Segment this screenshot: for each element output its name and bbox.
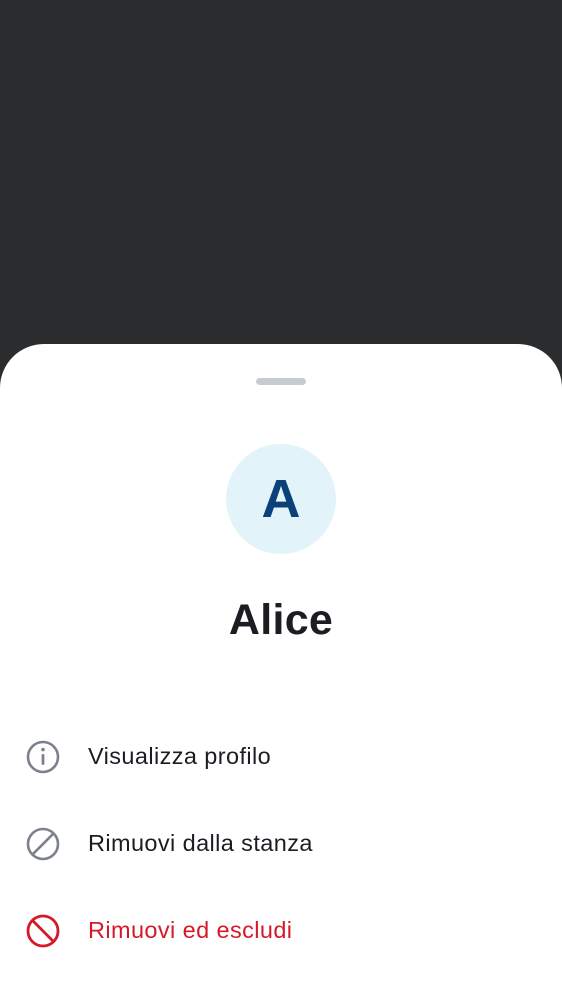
remove-from-room-label: Rimuovi dalla stanza — [88, 830, 313, 856]
remove-and-ban-button[interactable]: Rimuovi ed escludi — [0, 890, 562, 970]
remove-and-ban-label: Rimuovi ed escludi — [88, 917, 293, 943]
block-icon — [26, 827, 60, 861]
user-display-name: Alice — [228, 596, 334, 644]
drag-handle[interactable] — [256, 378, 306, 385]
view-profile-button[interactable]: Visualizza profilo — [0, 716, 562, 796]
remove-from-room-button[interactable]: Rimuovi dalla stanza — [0, 803, 562, 883]
avatar: A — [226, 444, 336, 554]
avatar-initial: A — [261, 469, 301, 529]
bottom-sheet: A Alice Visualizza profilo Rimuovi dalla… — [0, 344, 562, 1000]
info-icon — [26, 740, 60, 774]
view-profile-label: Visualizza profilo — [88, 743, 272, 769]
ban-icon — [26, 914, 60, 948]
